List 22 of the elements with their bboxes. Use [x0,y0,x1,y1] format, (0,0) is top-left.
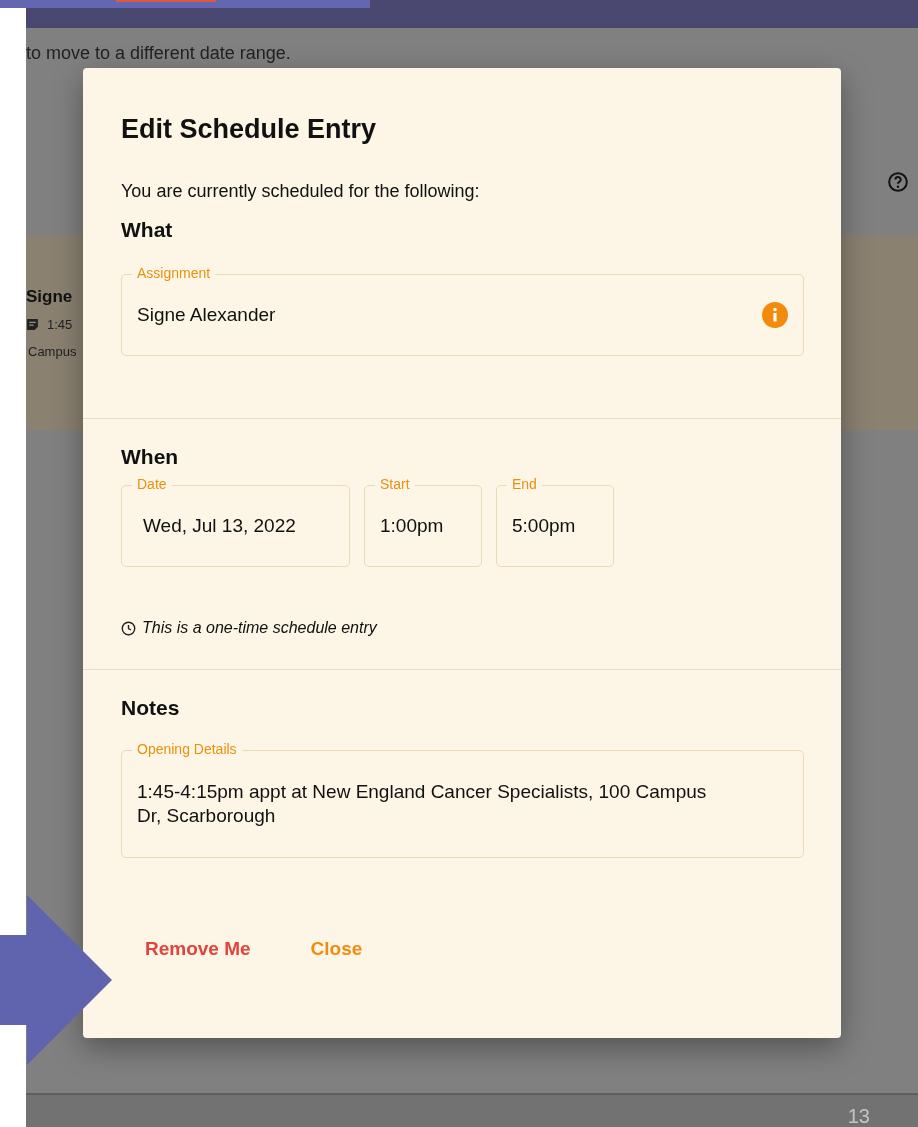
entry-location: Campus [28,344,78,359]
remove-button[interactable]: Remove Me [145,932,251,966]
entry-title: Signe [26,287,74,307]
section-heading: What [121,218,174,242]
field-label: Assignment [132,264,216,282]
input-field[interactable]: Start 1:00pm [364,475,482,567]
note-text: This is a one-time schedule entry [142,619,377,637]
input-field[interactable]: End 5:00pm [496,475,614,567]
input-field[interactable]: Date Wed, Jul 13, 2022 [121,475,350,567]
field-label: Opening Details [132,740,242,758]
section-heading: Notes [121,696,181,720]
section-heading: When [121,445,180,469]
clock-icon [121,620,136,636]
input-field[interactable]: Assignment Signe Alexander [121,264,804,356]
instruction-text: to move to a different date range. [26,42,291,64]
entry-time: 1:45 [47,317,73,332]
note-icon [26,318,39,331]
help-icon[interactable] [887,171,909,193]
page-number: 13 [847,1105,870,1127]
dialog-title: Edit Schedule Entry [121,113,378,145]
intro-text: You are currently scheduled for the following: [121,181,481,202]
input-field[interactable]: Opening Details 1:45-4:15pm appt at New England Cancer Specialists, 100 Campus Dr, Scarborough [121,740,804,858]
